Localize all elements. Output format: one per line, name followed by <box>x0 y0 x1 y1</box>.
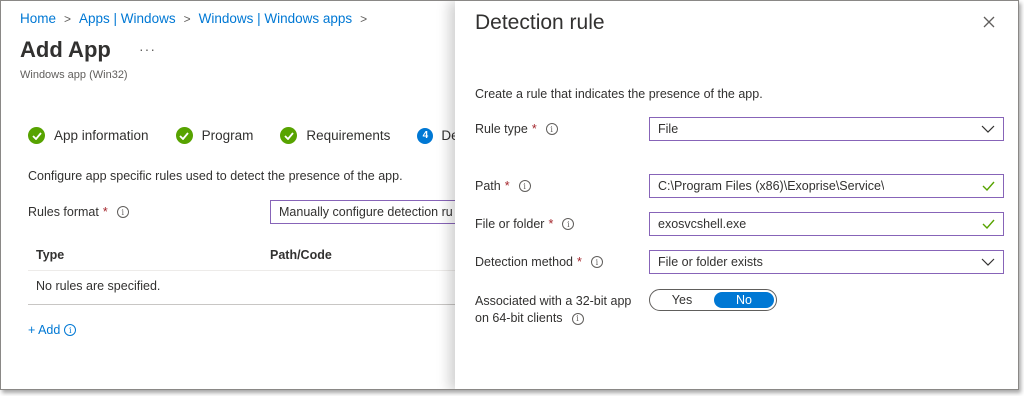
checkmark-icon <box>982 219 995 229</box>
label-line-2: on 64-bit clients <box>475 311 563 325</box>
info-icon[interactable]: i <box>518 180 531 192</box>
detection-method-dropdown[interactable]: File or folder exists <box>649 250 1004 274</box>
label-text: Detection method <box>475 255 573 269</box>
empty-message: No rules are specified. <box>36 279 161 293</box>
file-or-folder-label: File or folder * i <box>475 217 575 231</box>
label-text: Rules format <box>28 205 99 219</box>
column-path-code: Path/Code <box>270 248 332 262</box>
checkmark-icon <box>982 181 995 191</box>
input-value: C:\Program Files (x86)\Exoprise\Service\ <box>658 179 885 193</box>
breadcrumb-home[interactable]: Home <box>20 11 56 26</box>
file-or-folder-input[interactable]: exosvcshell.exe <box>649 212 1004 236</box>
required-marker: * <box>576 255 582 269</box>
step-label: Program <box>201 128 254 143</box>
selected-value: File or folder exists <box>658 255 763 269</box>
rules-table-header: Type Path/Code <box>28 241 468 271</box>
info-icon[interactable]: i <box>64 324 77 336</box>
label-text: File or folder <box>475 217 545 231</box>
label-line-2-wrap: on 64-bit clients i <box>475 310 631 327</box>
breadcrumb-windows-apps[interactable]: Windows | Windows apps <box>199 11 353 26</box>
wizard-steps: App information Program Requirements 4 D… <box>28 127 486 144</box>
step-number-badge: 4 <box>417 127 434 144</box>
label-text: Rule type <box>475 122 528 136</box>
label-line-1: Associated with a 32-bit app <box>475 294 632 308</box>
add-rule-link[interactable]: + Add i <box>28 323 77 337</box>
selected-value: File <box>658 122 679 136</box>
chevron-right-icon: > <box>183 11 191 26</box>
associated-32bit-label: Associated with a 32-bit app on 64-bit c… <box>475 293 631 327</box>
detection-method-label: Detection method * i <box>475 255 603 269</box>
chevron-down-icon <box>981 258 995 266</box>
step-label: App information <box>54 128 149 143</box>
breadcrumb: Home > Apps | Windows > Windows | Window… <box>20 11 375 26</box>
configure-description: Configure app specific rules used to det… <box>28 169 403 183</box>
column-type: Type <box>36 248 65 262</box>
page-title: Add App <box>20 37 111 62</box>
checkmark-icon <box>175 127 193 144</box>
detection-rule-panel: Detection rule Create a rule that indica… <box>455 1 1018 389</box>
rule-type-dropdown[interactable]: File <box>649 117 1004 141</box>
step-program[interactable]: Program <box>175 127 254 144</box>
toggle-yes-option[interactable]: Yes <box>652 292 712 308</box>
panel-title: Detection rule <box>475 11 605 34</box>
associated-32bit-toggle[interactable]: Yes No <box>649 289 777 311</box>
page-subtitle: Windows app (Win32) <box>20 69 128 81</box>
info-icon[interactable]: i <box>571 312 584 325</box>
breadcrumb-apps-windows[interactable]: Apps | Windows <box>79 11 176 26</box>
checkmark-icon <box>280 127 298 144</box>
path-label: Path * i <box>475 179 531 193</box>
chevron-down-icon <box>981 125 995 133</box>
table-row: No rules are specified. <box>28 272 468 305</box>
app-window: Home > Apps | Windows > Windows | Window… <box>0 0 1019 390</box>
close-icon[interactable] <box>979 12 999 32</box>
info-icon[interactable]: i <box>562 218 575 230</box>
required-marker: * <box>102 205 108 219</box>
info-icon[interactable]: i <box>545 123 558 135</box>
info-icon[interactable]: i <box>590 256 603 268</box>
path-input[interactable]: C:\Program Files (x86)\Exoprise\Service\ <box>649 174 1004 198</box>
step-requirements[interactable]: Requirements <box>280 127 390 144</box>
label-text: Path <box>475 179 501 193</box>
add-label: + Add <box>28 323 61 337</box>
info-icon[interactable]: i <box>116 206 129 218</box>
step-detection-rules[interactable]: 4 De <box>417 127 459 144</box>
rule-type-label: Rule type * i <box>475 122 558 136</box>
step-label: Requirements <box>306 128 391 143</box>
required-marker: * <box>504 179 510 193</box>
rules-format-label: Rules format * i <box>28 205 129 219</box>
more-options-icon[interactable]: ··· <box>139 41 156 57</box>
step-app-information[interactable]: App information <box>28 127 149 144</box>
chevron-right-icon: > <box>64 11 72 26</box>
required-marker: * <box>548 217 554 231</box>
chevron-right-icon: > <box>360 11 368 26</box>
required-marker: * <box>531 122 537 136</box>
panel-intro: Create a rule that indicates the presenc… <box>475 87 763 101</box>
input-value: exosvcshell.exe <box>658 217 747 231</box>
toggle-no-option[interactable]: No <box>714 292 774 308</box>
checkmark-icon <box>28 127 45 144</box>
